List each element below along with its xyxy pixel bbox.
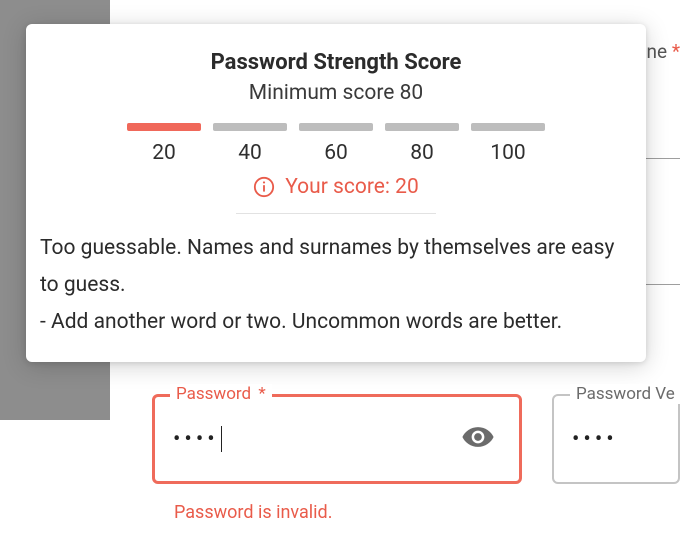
password-label-text: Password (176, 384, 251, 404)
password-verify-label: Password Ve (570, 384, 680, 404)
strength-segment-80: 80 (385, 123, 459, 165)
strength-bar-80 (385, 123, 459, 131)
background-label-fragment: ne * (647, 40, 680, 63)
message-line-1: Too guessable. Names and surnames by the… (40, 230, 632, 304)
strength-segment-100: 100 (471, 123, 545, 165)
password-verify-masked-value: •••• (572, 427, 618, 452)
strength-label-100: 100 (471, 141, 545, 165)
score-text: Your score: 20 (285, 175, 419, 199)
score-line: Your score: 20 (38, 175, 634, 199)
required-asterisk: * (672, 40, 680, 63)
password-dots: •••• (173, 427, 219, 452)
password-verify-label-text: Password Ve (576, 384, 675, 404)
eye-icon[interactable] (461, 420, 495, 458)
popover-divider (236, 213, 436, 214)
password-masked-value: •••• (173, 426, 222, 452)
password-field: Password * •••• Password is invalid. (152, 386, 522, 523)
strength-segment-40: 40 (213, 123, 287, 165)
strength-label-80: 80 (385, 141, 459, 165)
password-input[interactable]: •••• (152, 394, 522, 484)
strength-label-20: 20 (127, 141, 201, 165)
popover-title: Password Strength Score (38, 50, 634, 75)
password-verify-input[interactable]: •••• (552, 394, 680, 484)
popover-message: Too guessable. Names and surnames by the… (38, 230, 634, 340)
text-cursor (221, 426, 222, 452)
password-verify-field: Password Ve •••• (552, 386, 680, 523)
strength-segment-60: 60 (299, 123, 373, 165)
password-strength-popover: Password Strength Score Minimum score 80… (26, 24, 646, 362)
strength-bar-40 (213, 123, 287, 131)
strength-meter: 20 40 60 80 100 (38, 123, 634, 165)
message-line-2: - Add another word or two. Uncommon word… (40, 304, 632, 341)
strength-bar-60 (299, 123, 373, 131)
background-label-text: ne (647, 40, 668, 63)
strength-label-60: 60 (299, 141, 373, 165)
strength-segment-20: 20 (127, 123, 201, 165)
strength-label-40: 40 (213, 141, 287, 165)
password-error: Password is invalid. (174, 502, 522, 523)
password-label: Password * (170, 384, 272, 404)
popover-subtitle: Minimum score 80 (38, 81, 634, 105)
fields-area: Password * •••• Password is invalid. Pas… (152, 386, 680, 523)
strength-bar-20 (127, 123, 201, 131)
required-asterisk: * (258, 384, 265, 404)
info-icon (253, 176, 275, 198)
strength-bar-100 (471, 123, 545, 131)
